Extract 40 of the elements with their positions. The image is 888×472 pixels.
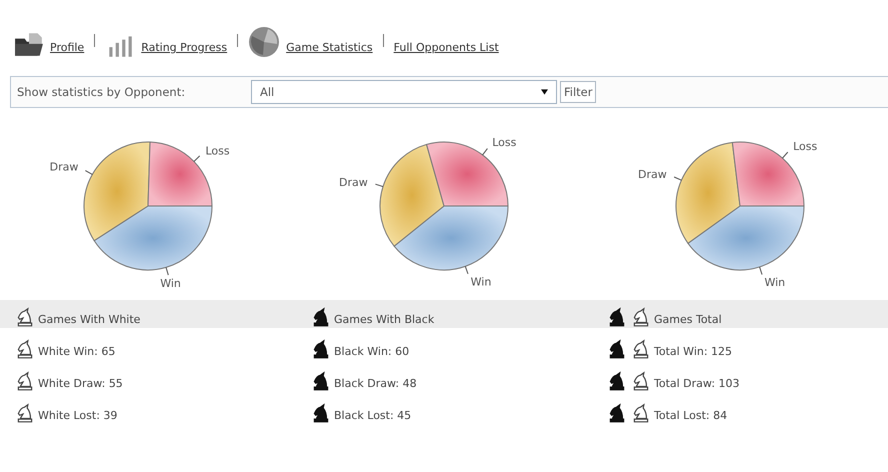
- nav-link[interactable]: Rating Progress: [141, 41, 228, 58]
- stat-text: Total Win: 125: [654, 345, 732, 360]
- nav-link[interactable]: Profile: [50, 41, 84, 58]
- slice-label: Draw: [339, 176, 368, 189]
- leader-line: [166, 266, 169, 276]
- filter-button[interactable]: Filter: [560, 81, 596, 103]
- slice-label: Win: [470, 275, 492, 288]
- nav-link[interactable]: Full Opponents List: [394, 41, 499, 58]
- stat-text: Black Draw: 48: [334, 377, 417, 392]
- leader-line: [374, 184, 384, 188]
- leader-line: [759, 266, 763, 276]
- slice-label: Loss: [492, 136, 516, 150]
- leader-line: [464, 266, 468, 274]
- caret-icon: [541, 89, 548, 95]
- slice-label: Draw: [50, 160, 78, 174]
- nav-link[interactable]: Game Statistics: [286, 41, 373, 58]
- stat-text: Total Draw: 103: [654, 377, 740, 392]
- stat-text: Black Win: 60: [334, 345, 410, 360]
- stat-text: White Lost: 39: [38, 409, 118, 424]
- slice-label: Win: [764, 276, 786, 290]
- stat-text: White Win: 65: [38, 345, 116, 360]
- stats-title: Games With White: [38, 313, 140, 328]
- stat-text: Total Lost: 84: [654, 409, 728, 424]
- leader-line: [782, 152, 788, 159]
- opponent-select[interactable]: All: [251, 80, 557, 104]
- pie-chart-icon: [248, 26, 280, 58]
- stats-title: Games Total: [654, 313, 722, 328]
- leader-line: [84, 170, 93, 175]
- slice-label: Loss: [205, 144, 230, 158]
- stat-text: Black Lost: 45: [334, 409, 412, 424]
- leader-line: [674, 176, 682, 181]
- slice-label: Win: [160, 276, 181, 290]
- slice-label: Draw: [638, 168, 667, 181]
- filter-label: Show statistics by Opponent:: [17, 85, 186, 99]
- stat-text: White Draw: 55: [38, 377, 123, 392]
- folder-icon: [14, 32, 44, 58]
- stats-title: Games With Black: [334, 313, 434, 328]
- leader-line: [193, 155, 200, 162]
- leader-line: [482, 148, 488, 156]
- slice-label: Loss: [793, 140, 818, 154]
